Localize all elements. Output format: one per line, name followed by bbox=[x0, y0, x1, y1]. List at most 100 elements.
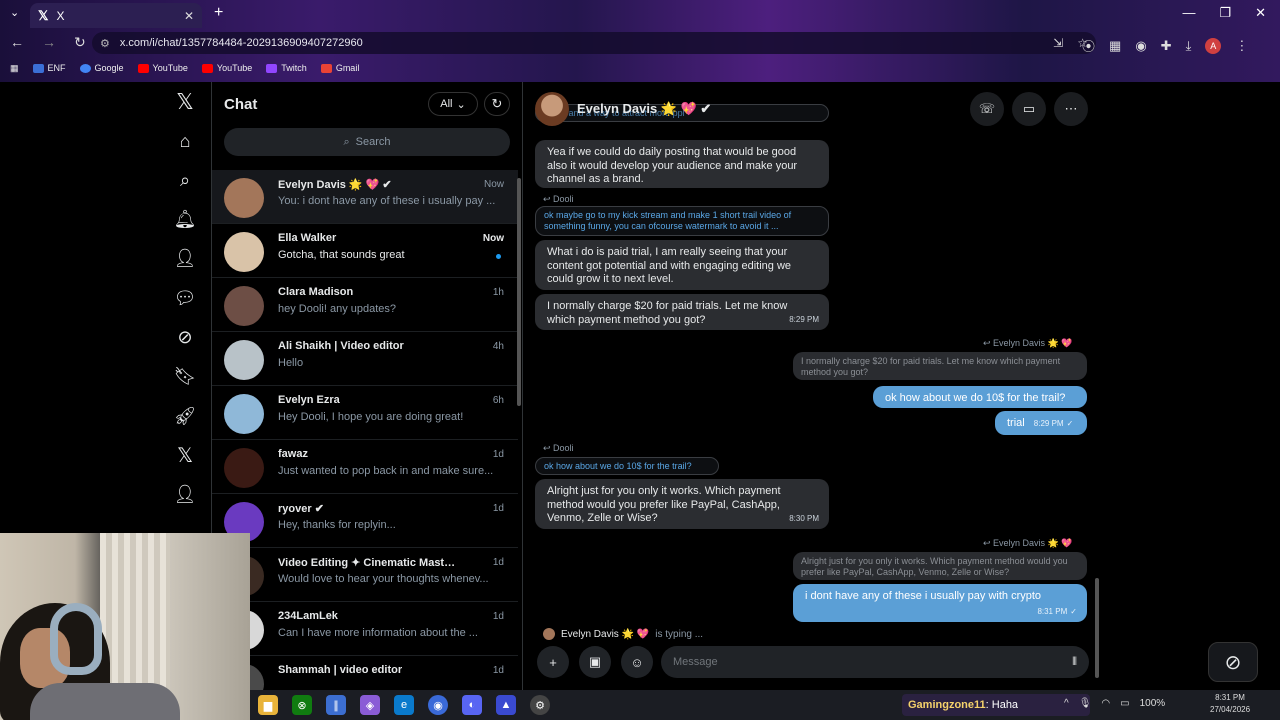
chevron-down-icon: ⌄ bbox=[456, 98, 466, 111]
conversation-item[interactable]: Shammah | video editor 1d bbox=[212, 656, 518, 690]
app-icon[interactable]: ∥ bbox=[326, 695, 346, 715]
sent-message-bubble[interactable]: i dont have any of these i usually pay w… bbox=[793, 584, 1087, 622]
message-bubble[interactable]: Yea if we could do daily posting that wo… bbox=[535, 140, 829, 188]
copilot-icon[interactable]: ◈ bbox=[360, 695, 380, 715]
chevron-up-icon[interactable]: ^ bbox=[1064, 698, 1069, 709]
profile-icon[interactable]: 👤︎ bbox=[173, 482, 197, 506]
search-icon[interactable]: ⌕ bbox=[173, 168, 197, 192]
minimize-icon[interactable]: — bbox=[1182, 5, 1195, 21]
add-attachment-button[interactable]: + bbox=[537, 646, 569, 678]
conversation-item[interactable]: Ella Walker Now Gotcha, that sounds great bbox=[212, 224, 518, 278]
app-icon[interactable]: ▲ bbox=[496, 695, 516, 715]
extension-icon[interactable]: ◉ bbox=[1135, 38, 1146, 54]
quoted-message[interactable]: ok maybe go to my kick stream and make 1… bbox=[535, 206, 829, 236]
mic-icon[interactable]: 🎙︎ bbox=[1079, 698, 1092, 709]
puzzle-icon[interactable]: ✚ bbox=[1161, 38, 1172, 54]
unread-dot bbox=[496, 254, 501, 259]
video-call-button[interactable]: ▭ bbox=[1012, 92, 1046, 126]
conversation-item[interactable]: 234LamLek 1d Can I have more information a… bbox=[212, 602, 518, 656]
scrollbar[interactable] bbox=[1095, 578, 1099, 678]
chrome-icon[interactable]: ◉ bbox=[428, 695, 448, 715]
scrollbar[interactable] bbox=[517, 178, 521, 406]
new-chat-button[interactable]: ↻ bbox=[484, 92, 510, 116]
battery-icon[interactable]: ▭ bbox=[1120, 698, 1129, 709]
search-input[interactable]: ⌕ Search bbox=[224, 128, 510, 156]
conversation-item[interactable]: fawaz 1d Just wanted to pop back in and ma… bbox=[212, 440, 518, 494]
message-input[interactable]: Message ⦀ bbox=[661, 646, 1089, 678]
new-tab-icon[interactable]: + bbox=[214, 4, 223, 22]
close-window-icon[interactable]: ✕ bbox=[1255, 5, 1266, 21]
bookmark-item[interactable]: Gmail bbox=[320, 63, 359, 73]
follow-icon[interactable]: 👤︎ bbox=[173, 246, 197, 270]
sent-message-bubble[interactable]: ok how about we do 10$ for the trail? bbox=[873, 386, 1087, 408]
bookmark-item[interactable]: ENF bbox=[32, 63, 66, 73]
maximize-icon[interactable]: ❐ bbox=[1219, 5, 1231, 21]
sent-message-bubble[interactable]: trial 8:29 PM ✓ bbox=[995, 411, 1087, 435]
bookmark-item[interactable]: YouTube bbox=[201, 63, 252, 73]
download-icon[interactable]: ⤓ bbox=[1186, 38, 1192, 54]
bookmark-item[interactable]: Twitch bbox=[266, 63, 307, 73]
address-bar[interactable]: ⚙ x.com/i/chat/1357784484-20291369094072… bbox=[92, 32, 1096, 54]
voice-icon[interactable]: ⦀ bbox=[1072, 656, 1077, 669]
bookmarks-icon[interactable]: 🔖︎ bbox=[173, 364, 197, 388]
conversation-item[interactable]: Clara Madison 1h hey Dooli! any updates? bbox=[212, 278, 518, 332]
grok-button[interactable]: ⊘ bbox=[1208, 642, 1258, 682]
quoted-message[interactable]: ok how about we do 10$ for the trail? bbox=[535, 457, 719, 475]
avatar bbox=[224, 340, 264, 380]
reload-icon[interactable]: ↻ bbox=[74, 34, 86, 51]
message-bubble[interactable]: What i do is paid trial, I am really see… bbox=[535, 240, 829, 290]
conversation-item[interactable]: Video Editing ✦ Cinematic Masterpie... 1d… bbox=[212, 548, 518, 602]
more-options-button[interactable]: ⋯ bbox=[1054, 92, 1088, 126]
home-icon[interactable]: ⌂ bbox=[173, 129, 197, 153]
conversation-item[interactable]: Evelyn Ezra 6h Hey Dooli, I hope you are d… bbox=[212, 386, 518, 440]
extension-icon[interactable]: ⦿ bbox=[1082, 36, 1095, 55]
battery-level: 100% bbox=[1139, 698, 1166, 709]
avatar bbox=[224, 178, 264, 218]
conversation-list: Evelyn Davis 🌟 💖 ✔ Now You: i dont have an… bbox=[212, 170, 518, 690]
site-info-icon[interactable]: ⚙ bbox=[100, 37, 110, 50]
bookmark-item[interactable]: YouTube bbox=[137, 63, 188, 73]
x-logo-icon[interactable]: 𝕏 bbox=[173, 89, 197, 114]
tab-search-icon[interactable]: ⌄ bbox=[10, 6, 19, 19]
contact-avatar[interactable] bbox=[535, 92, 569, 126]
back-icon[interactable]: ← bbox=[10, 34, 24, 51]
xbox-icon[interactable]: ⊗ bbox=[292, 695, 312, 715]
extension-icon[interactable]: ▦ bbox=[1109, 38, 1121, 54]
chat-icon[interactable]: 💬︎ bbox=[173, 286, 197, 310]
clock[interactable]: 8:31 PM 27/04/2026 bbox=[1210, 692, 1250, 716]
install-app-icon[interactable]: ⇲ bbox=[1053, 36, 1063, 50]
filter-dropdown[interactable]: All ⌄ bbox=[428, 92, 478, 116]
rocket-icon[interactable]: 🚀︎ bbox=[173, 404, 197, 428]
file-explorer-icon[interactable]: ▆ bbox=[258, 695, 278, 715]
gif-icon: ▣ bbox=[588, 654, 602, 669]
bell-icon[interactable]: 🔔︎ bbox=[173, 207, 197, 231]
conversation-item[interactable]: ryover ✔ 1d Hey, thanks for replyin... bbox=[212, 494, 518, 548]
conversation-name: Evelyn Davis 🌟 💖 ✔ bbox=[278, 179, 392, 191]
nav-buttons: ← → ↻ bbox=[10, 34, 86, 51]
quoted-message[interactable]: Alright just for you only it works. Whic… bbox=[793, 552, 1087, 580]
conversation-item[interactable]: Ali Shaikh | Video editor 4h Hello bbox=[212, 332, 518, 386]
edge-icon[interactable]: e bbox=[394, 695, 414, 715]
profile-avatar[interactable]: A bbox=[1205, 37, 1222, 54]
emoji-button[interactable]: ☺ bbox=[621, 646, 653, 678]
message-bubble[interactable]: Alright just for you only it works. Whic… bbox=[535, 479, 829, 529]
apps-grid-icon[interactable]: ▦ bbox=[10, 63, 19, 74]
premium-x-icon[interactable]: 𝕏 bbox=[173, 443, 197, 467]
bookmark-item[interactable]: Google bbox=[79, 63, 124, 73]
menu-icon[interactable]: ⋮ bbox=[1235, 38, 1248, 54]
call-button[interactable]: ☏ bbox=[970, 92, 1004, 126]
bookmark-favicon bbox=[32, 63, 44, 73]
grok-icon[interactable]: ⊘ bbox=[173, 325, 197, 349]
close-tab-icon[interactable]: ✕ bbox=[184, 9, 194, 23]
discord-icon[interactable]: ◐ bbox=[462, 695, 482, 715]
browser-tab[interactable]: 𝕏 X ✕ bbox=[30, 3, 202, 28]
contact-name[interactable]: Evelyn Davis 🌟 💖 ✔ bbox=[577, 101, 711, 117]
conversation-item[interactable]: Evelyn Davis 🌟 💖 ✔ Now You: i dont have an… bbox=[212, 170, 518, 224]
wifi-icon[interactable]: ◠ bbox=[1101, 698, 1110, 709]
forward-icon[interactable]: → bbox=[42, 34, 56, 51]
settings-icon[interactable]: ⚙ bbox=[530, 695, 550, 715]
conversation-time: 1h bbox=[492, 287, 504, 298]
quoted-message[interactable]: I normally charge $20 for paid trials. L… bbox=[793, 352, 1087, 380]
message-bubble[interactable]: I normally charge $20 for paid trials. L… bbox=[535, 294, 829, 330]
gif-button[interactable]: ▣ bbox=[579, 646, 611, 678]
